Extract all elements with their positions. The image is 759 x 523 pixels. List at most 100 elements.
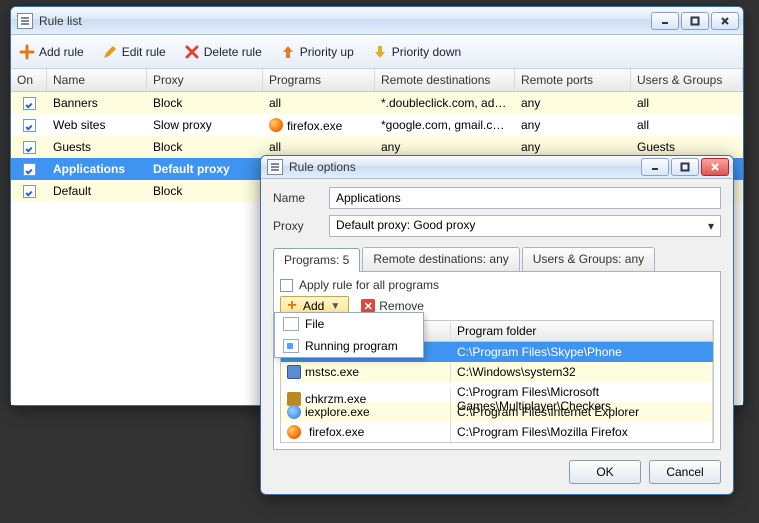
cancel-button[interactable]: Cancel: [649, 460, 721, 484]
delete-rule-label: Delete rule: [204, 45, 262, 59]
col-users[interactable]: Users & Groups: [631, 69, 743, 91]
checkbox-icon[interactable]: [23, 185, 36, 198]
edit-rule-button[interactable]: Edit rule: [102, 44, 166, 60]
priority-down-label: Priority down: [392, 45, 461, 59]
grid-header: On Name Proxy Programs Remote destinatio…: [11, 69, 743, 92]
remove-program-button[interactable]: ✕ Remove: [361, 299, 424, 313]
cell-name: Banners: [47, 96, 147, 110]
checkbox-icon[interactable]: [23, 141, 36, 154]
proxy-combo[interactable]: Default proxy: Good proxy: [329, 215, 721, 237]
cell-dest: *google.com, gmail.com, ...: [375, 118, 515, 132]
cell-users: all: [631, 96, 743, 110]
col-ports[interactable]: Remote ports: [515, 69, 631, 91]
cell-programs: all: [263, 96, 375, 110]
cell-name: Applications: [47, 162, 147, 176]
window-title: Rule list: [39, 14, 651, 28]
col-proxy[interactable]: Proxy: [147, 69, 263, 91]
col-name[interactable]: Name: [47, 69, 147, 91]
minimize-button[interactable]: [651, 12, 679, 30]
add-rule-label: Add rule: [39, 45, 84, 59]
plus-icon: +: [285, 299, 299, 313]
menu-item-running-program[interactable]: Running program: [275, 335, 423, 357]
table-row[interactable]: BannersBlockall*.doubleclick.com, ads.d.…: [11, 92, 743, 114]
checkbox-icon[interactable]: [23, 163, 36, 176]
cell-dest: any: [375, 140, 515, 154]
delete-icon: [184, 44, 200, 60]
app-icon: [17, 13, 33, 29]
col-programs[interactable]: Programs: [263, 69, 375, 91]
cell-program-file: firefox.exe: [281, 422, 451, 442]
col-dest[interactable]: Remote destinations: [375, 69, 515, 91]
dialog-maximize-button[interactable]: [671, 158, 699, 176]
tab-destinations[interactable]: Remote destinations: any: [362, 247, 519, 271]
cell-program-folder: C:\Program Files\Internet Explorer: [451, 402, 713, 422]
cell-ports: any: [515, 140, 631, 154]
cell-proxy: Block: [147, 140, 263, 154]
tab-users[interactable]: Users & Groups: any: [522, 247, 655, 271]
close-button[interactable]: [711, 12, 739, 30]
running-program-icon: [283, 339, 299, 353]
cell-program-folder: C:\Windows\system32: [451, 362, 713, 382]
tab-programs[interactable]: Programs: 5: [273, 248, 360, 272]
program-row[interactable]: iexplore.exeC:\Program Files\Internet Ex…: [281, 402, 713, 422]
toolbar: Add rule Edit rule Delete rule Priority …: [11, 35, 743, 69]
priority-up-label: Priority up: [300, 45, 354, 59]
checkbox-icon[interactable]: [23, 97, 36, 110]
program-row[interactable]: firefox.exeC:\Program Files\Mozilla Fire…: [281, 422, 713, 442]
cell-dest: *.doubleclick.com, ads.d...: [375, 96, 515, 110]
cell-programs: firefox.exe: [263, 118, 375, 133]
cell-ports: any: [515, 118, 631, 132]
cell-programs: all: [263, 140, 375, 154]
arrow-up-icon: [280, 44, 296, 60]
file-icon: [283, 317, 299, 331]
cell-proxy: Default proxy: [147, 162, 263, 176]
checkbox-icon[interactable]: [23, 119, 36, 132]
dialog-icon: [267, 159, 283, 175]
dialog-minimize-button[interactable]: [641, 158, 669, 176]
plus-icon: [19, 44, 35, 60]
program-icon: [287, 405, 301, 419]
dialog-title: Rule options: [289, 160, 641, 174]
priority-up-button[interactable]: Priority up: [280, 44, 354, 60]
name-input[interactable]: [329, 187, 721, 209]
menu-item-file-label: File: [305, 317, 324, 331]
cell-proxy: Block: [147, 96, 263, 110]
arrow-down-icon: [372, 44, 388, 60]
program-icon: [287, 365, 301, 379]
cell-program-file: mstsc.exe: [281, 362, 451, 382]
delete-rule-button[interactable]: Delete rule: [184, 44, 262, 60]
remove-label: Remove: [379, 299, 424, 313]
cell-proxy: Slow proxy: [147, 118, 263, 132]
edit-rule-label: Edit rule: [122, 45, 166, 59]
add-label: Add: [303, 299, 324, 313]
program-row[interactable]: chkrzm.exeC:\Program Files\Microsoft Gam…: [281, 382, 713, 402]
add-dropdown-menu: File Running program: [274, 312, 424, 358]
proxy-value: Default proxy: Good proxy: [336, 218, 475, 232]
cell-name: Guests: [47, 140, 147, 154]
add-rule-button[interactable]: Add rule: [19, 44, 84, 60]
program-icon: [287, 425, 301, 439]
col-on[interactable]: On: [11, 69, 47, 91]
pencil-icon: [102, 44, 118, 60]
cell-program-file: iexplore.exe: [281, 402, 451, 422]
apply-all-label: Apply rule for all programs: [299, 278, 439, 292]
prog-col-folder[interactable]: Program folder: [451, 321, 713, 341]
maximize-button[interactable]: [681, 12, 709, 30]
priority-down-button[interactable]: Priority down: [372, 44, 461, 60]
cell-ports: any: [515, 96, 631, 110]
cell-program-folder: C:\Program Files\Mozilla Firefox: [451, 422, 713, 442]
cell-users: Guests: [631, 140, 743, 154]
program-row[interactable]: mstsc.exeC:\Windows\system32: [281, 362, 713, 382]
apply-all-checkbox[interactable]: Apply rule for all programs: [280, 278, 714, 292]
menu-item-file[interactable]: File: [275, 313, 423, 335]
dialog-close-button[interactable]: [701, 158, 729, 176]
tabs: Programs: 5 Remote destinations: any Use…: [273, 247, 721, 271]
titlebar[interactable]: Rule list: [11, 7, 743, 35]
dialog-titlebar[interactable]: Rule options: [261, 156, 733, 179]
tab-content: Apply rule for all programs + Add ▼ ✕ Re…: [273, 271, 721, 450]
cell-name: Web sites: [47, 118, 147, 132]
menu-item-running-label: Running program: [305, 339, 398, 353]
table-row[interactable]: Web sitesSlow proxyfirefox.exe*google.co…: [11, 114, 743, 136]
ok-button[interactable]: OK: [569, 460, 641, 484]
checkbox-icon: [280, 279, 293, 292]
